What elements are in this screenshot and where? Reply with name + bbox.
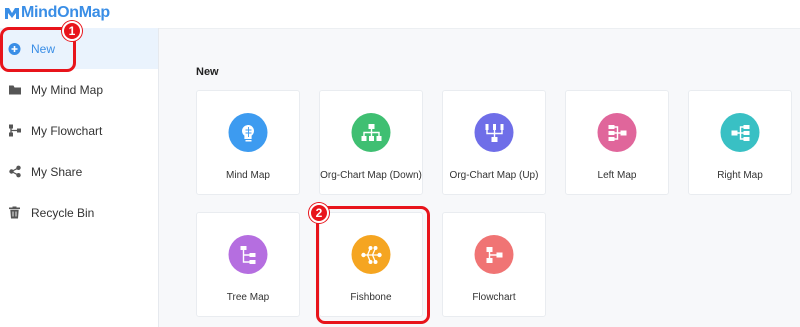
folder-icon bbox=[8, 83, 21, 96]
left-map-icon bbox=[597, 113, 637, 152]
sidebar-item-my-mind-map[interactable]: My Mind Map bbox=[0, 69, 158, 110]
logo-text: MindOnMap bbox=[21, 4, 110, 21]
template-label: Org-Chart Map (Down) bbox=[320, 170, 422, 181]
org-chart-up-icon bbox=[474, 113, 514, 152]
app-logo[interactable]: MindOnMap bbox=[4, 2, 110, 24]
template-label: Mind Map bbox=[226, 170, 270, 181]
sidebar-item-recycle-bin[interactable]: Recycle Bin bbox=[0, 192, 158, 233]
main-content: New Mind Map Org-Chart Map (Down) Org-Ch… bbox=[159, 28, 800, 327]
template-card-left-map[interactable]: Left Map bbox=[565, 90, 669, 195]
annotation-badge-1: 1 bbox=[62, 21, 82, 41]
template-label: Left Map bbox=[597, 170, 637, 181]
sidebar: New My Mind Map My Flowchart My Share Re… bbox=[0, 28, 159, 327]
right-map-icon bbox=[720, 113, 760, 152]
logo-icon bbox=[5, 8, 19, 19]
template-label: Tree Map bbox=[226, 292, 270, 303]
template-card-tree-map[interactable]: Tree Map bbox=[196, 212, 300, 317]
template-card-flowchart[interactable]: Flowchart bbox=[442, 212, 546, 317]
flowchart-template-icon bbox=[474, 235, 514, 274]
sidebar-item-label: My Flowchart bbox=[31, 123, 103, 138]
sidebar-item-my-flowchart[interactable]: My Flowchart bbox=[0, 110, 158, 151]
template-label: Right Map bbox=[717, 170, 763, 181]
annotation-badge-2: 2 bbox=[309, 203, 329, 223]
template-card-right-map[interactable]: Right Map bbox=[688, 90, 792, 195]
sidebar-item-label: Recycle Bin bbox=[31, 205, 95, 220]
share-icon bbox=[8, 165, 21, 178]
flowchart-icon bbox=[8, 124, 21, 137]
top-bar: MindOnMap bbox=[0, 0, 800, 29]
tree-map-icon bbox=[228, 235, 268, 274]
annotation-highlight-fishbone bbox=[316, 206, 430, 324]
trash-icon bbox=[8, 206, 21, 219]
brain-icon bbox=[228, 113, 268, 152]
template-label: Flowchart bbox=[472, 292, 516, 303]
org-chart-down-icon bbox=[351, 113, 391, 152]
template-card-org-chart-down[interactable]: Org-Chart Map (Down) bbox=[319, 90, 423, 195]
template-label: Org-Chart Map (Up) bbox=[449, 170, 539, 181]
sidebar-item-my-share[interactable]: My Share bbox=[0, 151, 158, 192]
template-card-org-chart-up[interactable]: Org-Chart Map (Up) bbox=[442, 90, 546, 195]
sidebar-item-label: My Share bbox=[31, 164, 83, 179]
sidebar-item-label: My Mind Map bbox=[31, 82, 104, 97]
section-title: New bbox=[196, 66, 219, 78]
template-card-mind-map[interactable]: Mind Map bbox=[196, 90, 300, 195]
